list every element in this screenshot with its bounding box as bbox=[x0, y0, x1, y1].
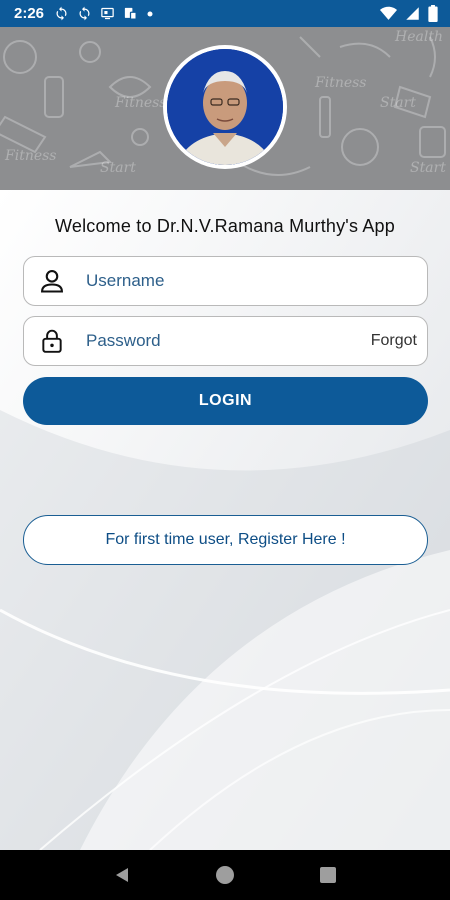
status-bar: 2:26 bbox=[0, 0, 450, 27]
notification-icon bbox=[124, 7, 137, 20]
register-button[interactable]: For first time user, Register Here ! bbox=[23, 515, 428, 565]
password-field[interactable]: Forgot bbox=[23, 316, 428, 366]
sync-icon bbox=[79, 6, 90, 21]
doodle-word: Fitness bbox=[314, 75, 367, 91]
lock-icon bbox=[28, 317, 76, 365]
doctor-portrait bbox=[167, 49, 283, 165]
screen-cast-icon bbox=[101, 7, 114, 20]
recents-icon[interactable] bbox=[308, 855, 348, 895]
status-time: 2:26 bbox=[14, 5, 45, 22]
signal-icon bbox=[406, 7, 419, 20]
doodle-word: Fitness bbox=[114, 95, 167, 111]
dot-icon bbox=[147, 11, 153, 16]
doodle-word: Fitness bbox=[4, 148, 57, 164]
doodle-word: Health bbox=[394, 29, 443, 45]
battery-icon bbox=[428, 5, 438, 22]
welcome-text: Welcome to Dr.N.V.Ramana Murthy's App bbox=[55, 216, 395, 236]
back-icon[interactable] bbox=[102, 855, 142, 895]
status-system-icons bbox=[380, 5, 438, 22]
username-input[interactable] bbox=[86, 271, 427, 291]
forgot-password-link[interactable]: Forgot bbox=[371, 332, 417, 350]
sync-icon bbox=[56, 6, 67, 21]
user-icon bbox=[28, 257, 76, 305]
doodle-word: Start bbox=[380, 95, 416, 111]
doodle-word: Start bbox=[100, 160, 136, 176]
username-field[interactable] bbox=[23, 256, 428, 306]
navigation-bar bbox=[0, 850, 450, 900]
doodle-word: Start bbox=[410, 160, 446, 176]
wifi-icon bbox=[380, 6, 397, 20]
password-input[interactable] bbox=[86, 331, 371, 351]
home-icon[interactable] bbox=[205, 855, 245, 895]
status-notification-icons bbox=[54, 6, 154, 21]
doctor-avatar bbox=[163, 45, 287, 169]
login-button[interactable]: LOGIN bbox=[23, 377, 428, 425]
